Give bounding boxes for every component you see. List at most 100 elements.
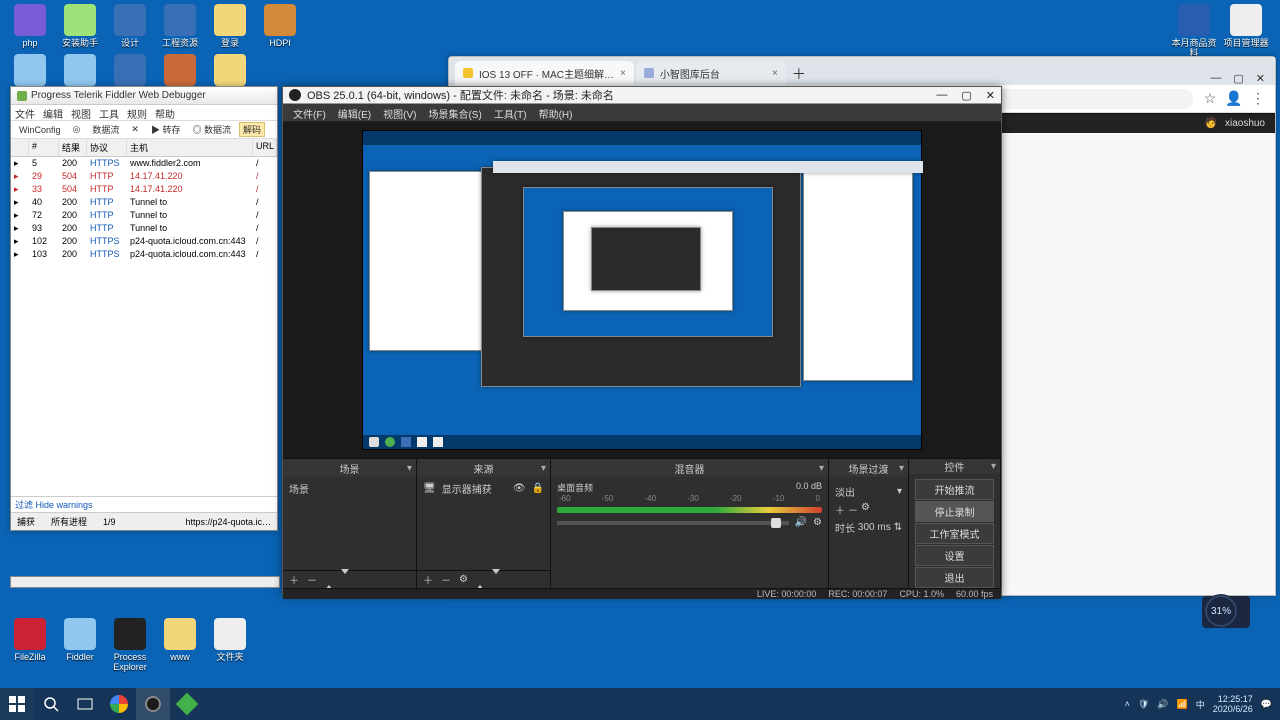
stop-recording-button[interactable]: 停止录制: [915, 501, 994, 522]
menu-item[interactable]: 工具: [99, 106, 119, 119]
taskview-button[interactable]: [68, 688, 102, 720]
chevron-down-icon[interactable]: ▾: [541, 463, 546, 474]
col-header[interactable]: 结果: [59, 139, 87, 156]
obs-titlebar[interactable]: OBS 25.0.1 (64-bit, windows) - 配置文件: 未命名…: [283, 87, 1001, 104]
table-row[interactable]: ▸40200HTTPTunnel to/: [11, 196, 277, 209]
star-icon[interactable]: ☆: [1203, 92, 1217, 106]
col-header[interactable]: 协议: [87, 139, 127, 156]
minimize-icon[interactable]: —: [936, 89, 947, 102]
obs-preview[interactable]: [283, 122, 1001, 458]
notifications-icon[interactable]: 💬: [1261, 699, 1272, 710]
table-row[interactable]: ▸33504HTTP14.17.41.220/: [11, 183, 277, 196]
user-chip-icon[interactable]: 🧑: [1205, 118, 1217, 129]
desktop-icon[interactable]: [106, 54, 154, 88]
fiddler-session-list[interactable]: ▸5200HTTPSwww.fiddler2.com/▸29504HTTP14.…: [11, 157, 277, 496]
chrome-tab-active[interactable]: IOS 13 OFF · MAC主题细解… ×: [455, 61, 634, 85]
desktop-icon[interactable]: www: [156, 618, 204, 662]
chevron-down-icon[interactable]: ▾: [991, 461, 996, 472]
toolbar-btn[interactable]: 数据流: [88, 122, 123, 137]
add-icon[interactable]: ＋: [835, 502, 845, 517]
taskbar-clock[interactable]: 12:25:172020/6/26: [1213, 694, 1253, 714]
maximize-icon[interactable]: ▢: [1233, 72, 1243, 85]
menu-item[interactable]: 帮助(H): [539, 106, 573, 119]
menu-item[interactable]: 视图: [71, 106, 91, 119]
menu-item[interactable]: 文件(F): [293, 106, 326, 119]
close-icon[interactable]: ✕: [986, 89, 995, 102]
down-icon[interactable]: [341, 574, 349, 585]
lock-icon[interactable]: 🔒: [532, 483, 544, 494]
fiddler-titlebar[interactable]: Progress Telerik Fiddler Web Debugger: [11, 87, 277, 105]
table-row[interactable]: ▸102200HTTPSp24-quota.icloud.com.cn:443/: [11, 235, 277, 248]
gear-icon[interactable]: ⚙: [813, 517, 822, 528]
taskbar-app-chrome[interactable]: [102, 688, 136, 720]
chevron-down-icon[interactable]: ▾: [407, 463, 412, 474]
col-header[interactable]: 主机: [127, 139, 253, 156]
desktop-icon[interactable]: Fiddler: [56, 618, 104, 662]
duration-value[interactable]: 300 ms: [858, 522, 891, 533]
gear-icon[interactable]: ⚙: [861, 502, 870, 517]
table-row[interactable]: ▸103200HTTPSp24-quota.icloud.com.cn:443/: [11, 248, 277, 261]
stepper-icon[interactable]: ⇅: [894, 522, 902, 533]
volume-slider[interactable]: [557, 521, 789, 525]
maximize-icon[interactable]: ▢: [961, 89, 971, 102]
desktop-icon[interactable]: [206, 54, 254, 88]
chevron-down-icon[interactable]: ▾: [899, 463, 904, 474]
add-icon[interactable]: ＋: [423, 572, 433, 587]
toolbar-btn[interactable]: ◎: [69, 123, 85, 136]
up-icon[interactable]: [476, 574, 484, 585]
menu-item[interactable]: 帮助: [155, 106, 175, 119]
desktop-icon[interactable]: 安装助手: [56, 4, 104, 48]
desktop-icon[interactable]: FileZilla: [6, 618, 54, 662]
down-icon[interactable]: [492, 574, 500, 585]
menu-item[interactable]: 场景集合(S): [428, 106, 481, 119]
col-header[interactable]: #: [29, 139, 59, 156]
remove-icon[interactable]: －: [848, 502, 858, 517]
chrome-tab[interactable]: 小智图库后台 ×: [636, 61, 786, 85]
table-row[interactable]: ▸5200HTTPSwww.fiddler2.com/: [11, 157, 277, 170]
transition-select[interactable]: 淡出: [835, 484, 855, 499]
settings-button[interactable]: 设置: [915, 545, 994, 566]
toolbar-btn[interactable]: WinConfig: [15, 124, 65, 136]
toolbar-btn[interactable]: ✕: [127, 123, 143, 136]
menu-item[interactable]: 规则: [127, 106, 147, 119]
status-capture[interactable]: 捕获: [17, 515, 35, 528]
remove-icon[interactable]: －: [441, 572, 451, 587]
taskbar-app-obs[interactable]: [136, 688, 170, 720]
menu-item[interactable]: 文件: [15, 106, 35, 119]
toolbar-btn-decode[interactable]: 解码: [239, 122, 265, 137]
menu-item[interactable]: 工具(T): [494, 106, 527, 119]
tray-ime-icon[interactable]: 中: [1196, 698, 1205, 711]
start-button[interactable]: [0, 688, 34, 720]
desktop-icon[interactable]: HDPI: [256, 4, 304, 48]
chevron-down-icon[interactable]: ▾: [819, 463, 824, 474]
exit-button[interactable]: 退出: [915, 567, 994, 588]
toolbar-btn[interactable]: ◎ 数据流: [188, 122, 235, 137]
col-header[interactable]: URL: [253, 139, 277, 156]
menu-item[interactable]: 编辑: [43, 106, 63, 119]
desktop-icon[interactable]: [6, 54, 54, 88]
tray-chevron-icon[interactable]: ˄: [1125, 699, 1130, 709]
new-tab-button[interactable]: ＋: [788, 63, 810, 85]
desktop-icon[interactable]: php: [6, 4, 54, 48]
search-button[interactable]: [34, 688, 68, 720]
chevron-down-icon[interactable]: ▾: [897, 486, 902, 497]
studio-mode-button[interactable]: 工作室模式: [915, 523, 994, 544]
table-row[interactable]: ▸72200HTTPTunnel to/: [11, 209, 277, 222]
close-icon[interactable]: ×: [620, 68, 626, 79]
user-chip[interactable]: xiaoshuo: [1225, 118, 1265, 129]
taskbar-app[interactable]: [170, 688, 204, 720]
user-icon[interactable]: 👤: [1227, 92, 1241, 106]
start-streaming-button[interactable]: 开始推流: [915, 479, 994, 500]
tray-icon[interactable]: 🛡: [1138, 699, 1149, 710]
desktop-icon[interactable]: [56, 54, 104, 88]
gear-icon[interactable]: ⚙: [459, 574, 468, 585]
add-icon[interactable]: ＋: [289, 572, 299, 587]
desktop-icon[interactable]: 文件夹: [206, 618, 254, 662]
desktop-icon[interactable]: Process Explorer: [106, 618, 154, 672]
tray-wifi-icon[interactable]: 📶: [1177, 699, 1188, 710]
menu-item[interactable]: 编辑(E): [338, 106, 371, 119]
scene-item[interactable]: 场景: [289, 481, 410, 496]
desktop-icon[interactable]: 登录: [206, 4, 254, 48]
desktop-icon[interactable]: 本月商品资料: [1170, 4, 1218, 58]
close-icon[interactable]: ✕: [1256, 72, 1265, 85]
